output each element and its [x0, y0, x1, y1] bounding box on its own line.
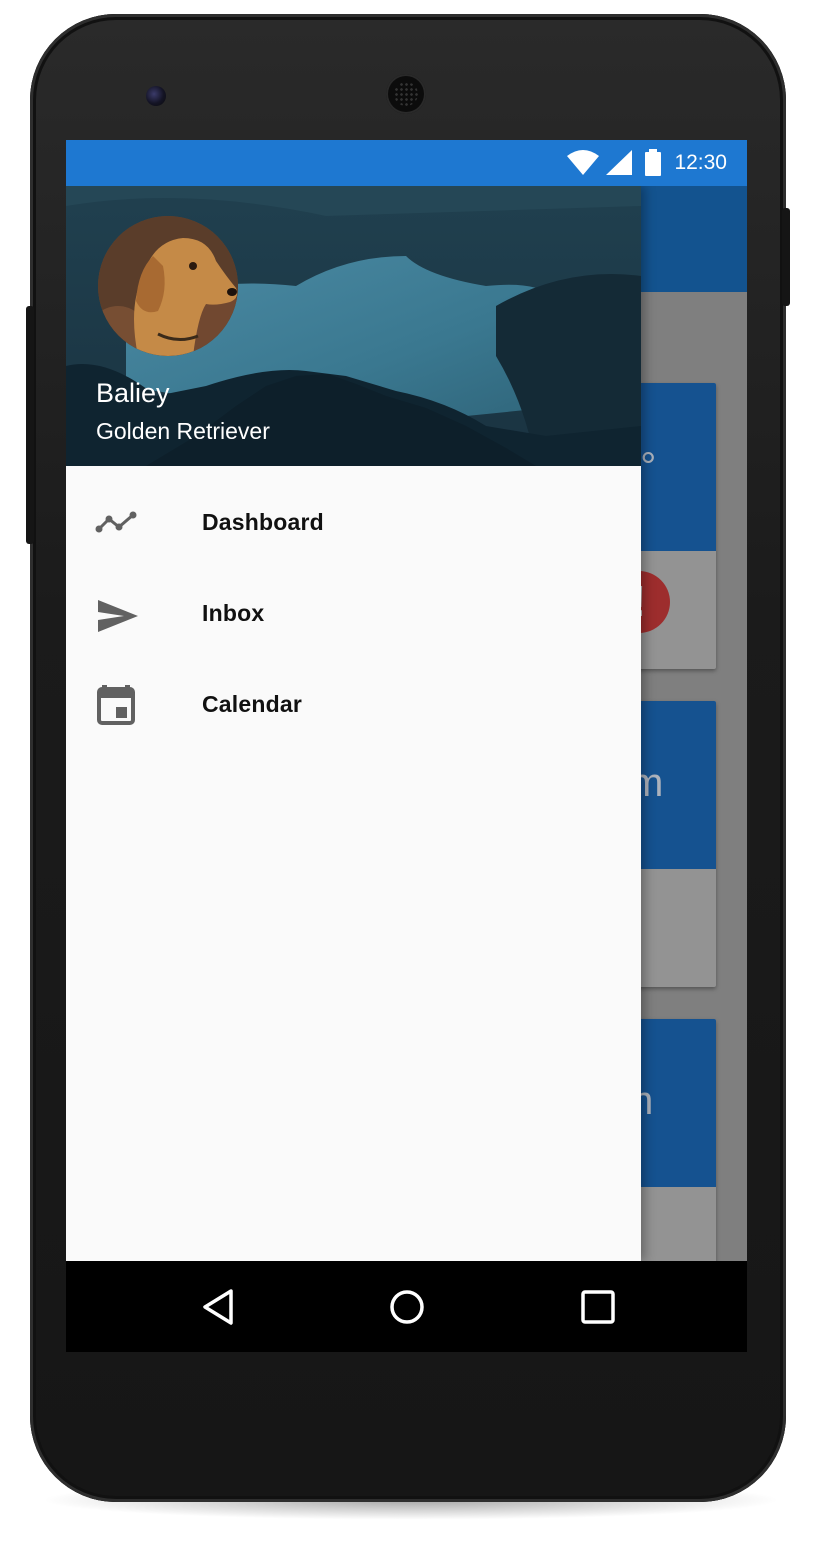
front-camera — [146, 86, 166, 106]
clock: 12:30 — [674, 151, 727, 174]
drawer-item-label: Inbox — [202, 600, 265, 626]
profile-avatar[interactable] — [98, 216, 238, 356]
golden-retriever-photo — [98, 216, 238, 356]
navigation-drawer: Baliey Golden Retriever Dashboard Inbox — [66, 186, 641, 1261]
home-button[interactable] — [385, 1285, 429, 1329]
recents-button[interactable] — [576, 1285, 620, 1329]
earpiece-speaker — [386, 74, 426, 114]
drawer-item-label: Dashboard — [202, 509, 324, 535]
screen: 5° ! m m 12:30 — [66, 140, 747, 1352]
profile-name: Baliey — [96, 378, 170, 408]
status-bar: 12:30 — [66, 140, 747, 186]
drawer-header: Baliey Golden Retriever — [66, 186, 641, 466]
drawer-item-inbox[interactable]: Inbox — [66, 570, 641, 660]
battery-icon — [645, 149, 662, 176]
wifi-icon — [567, 150, 600, 175]
drawer-item-label: Calendar — [202, 691, 303, 717]
calendar-icon — [97, 685, 135, 725]
power-button — [782, 208, 790, 306]
profile-subtitle: Golden Retriever — [96, 418, 270, 444]
cellular-signal-icon — [606, 150, 633, 175]
trending-chart-icon — [95, 511, 137, 533]
volume-button — [26, 306, 34, 544]
back-button[interactable] — [197, 1285, 241, 1329]
send-icon — [98, 600, 138, 632]
drawer-item-dashboard[interactable]: Dashboard — [66, 479, 641, 569]
system-navigation-bar — [66, 1261, 747, 1352]
drawer-item-calendar[interactable]: Calendar — [66, 661, 641, 751]
